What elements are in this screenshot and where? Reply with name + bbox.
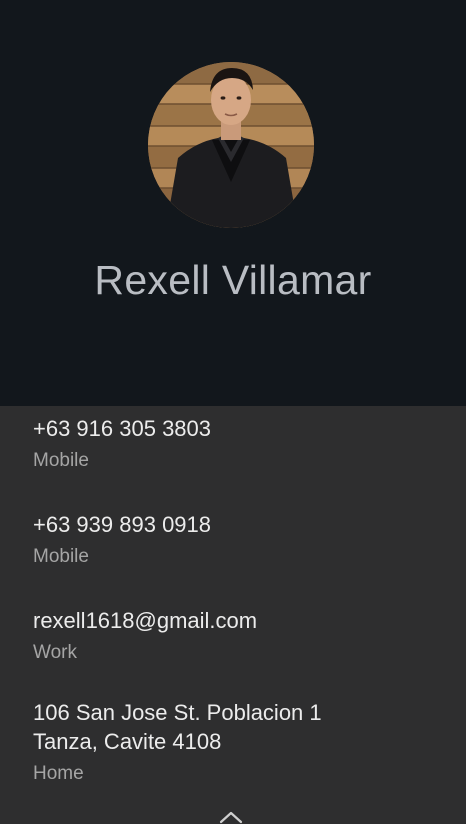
phone-type-label: Mobile	[33, 546, 89, 567]
contact-avatar[interactable]	[148, 62, 314, 228]
email-type-label: Work	[33, 642, 77, 663]
address-type-label: Home	[33, 763, 84, 784]
phone-type-label: Mobile	[33, 450, 89, 471]
contact-header: Rexell Villamar	[0, 0, 466, 406]
contact-name: Rexell Villamar	[94, 257, 372, 303]
contact-card-screen: Rexell Villamar +63 916 305 3803 Mobile …	[0, 0, 466, 824]
address-entry[interactable]: 106 San Jose St. Poblacion 1 Tanza, Cavi…	[33, 698, 443, 787]
phone-entry-2[interactable]: +63 939 893 0918 Mobile	[33, 510, 443, 570]
address-text: 106 San Jose St. Poblacion 1 Tanza, Cavi…	[33, 700, 322, 754]
phone-number: +63 939 893 0918	[33, 512, 212, 537]
phone-number: +63 916 305 3803	[33, 416, 212, 441]
phone-entry-1[interactable]: +63 916 305 3803 Mobile	[33, 414, 443, 474]
email-address: rexell1618@gmail.com	[33, 608, 258, 633]
email-entry[interactable]: rexell1618@gmail.com Work	[33, 606, 443, 666]
person-photo-icon	[148, 62, 314, 228]
chevron-up-icon[interactable]	[218, 808, 244, 824]
